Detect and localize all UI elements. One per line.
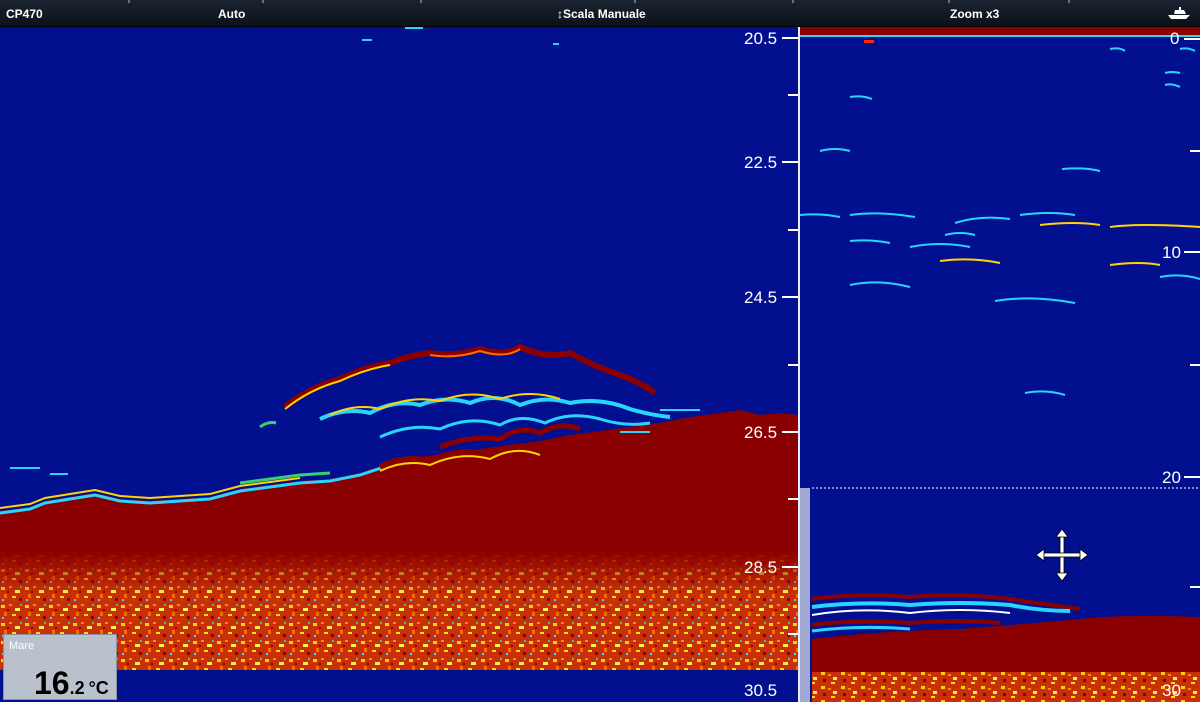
boat-icon[interactable]	[1166, 6, 1192, 20]
sonar-history-pane[interactable]	[0, 27, 798, 702]
sonar-history-view	[0, 27, 798, 702]
tab-ticks	[128, 0, 1070, 3]
range-mode-button[interactable]: ↕Scala Manuale	[557, 7, 646, 21]
water-temp-decimal: .2	[69, 678, 85, 698]
sonar-app: CP470 Auto ↕Scala Manuale Zoom x3 20.5 2…	[0, 0, 1200, 702]
water-temp-unit: °C	[88, 678, 109, 698]
depth-label: 30.5	[744, 681, 778, 700]
depth-label: 26.5	[744, 423, 778, 442]
zoom-window-bar	[800, 488, 810, 702]
gain-mode-button[interactable]: Auto	[218, 7, 245, 21]
water-temp-integer: 16	[34, 665, 70, 701]
move-cursor-icon[interactable]	[1036, 529, 1088, 581]
top-bar: CP470 Auto ↕Scala Manuale Zoom x3	[0, 0, 1200, 27]
water-temp-value: 16.2 °C	[34, 665, 109, 702]
water-temp-label: Mare	[9, 640, 35, 652]
water-temperature-box: Mare 16.2 °C	[3, 634, 117, 702]
range-mode-label: Scala Manuale	[563, 7, 646, 21]
zoom-button[interactable]: Zoom x3	[950, 7, 999, 21]
depth-label: 22.5	[744, 153, 778, 172]
depth-label: 20.5	[744, 29, 778, 48]
depth-label: 20	[1162, 468, 1181, 487]
zoom-pane[interactable]	[800, 27, 1200, 702]
depth-label: 0	[1170, 29, 1180, 48]
zoom-view	[800, 27, 1200, 702]
depth-label: 30	[1162, 681, 1181, 700]
depth-label: 10	[1162, 243, 1181, 262]
depth-label: 24.5	[744, 288, 778, 307]
depth-label: 28.5	[744, 558, 778, 577]
device-title: CP470	[6, 7, 43, 21]
